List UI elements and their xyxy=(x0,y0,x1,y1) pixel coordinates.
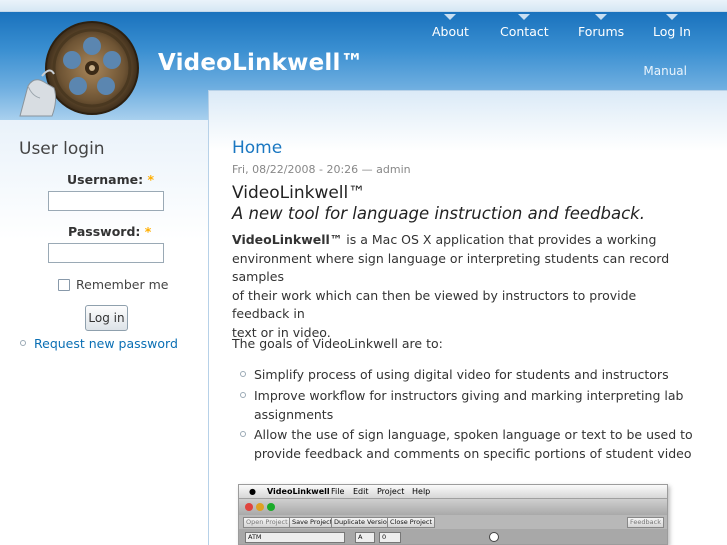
app-field: 0 xyxy=(379,532,401,543)
app-screenshot: ● VideoLinkwell File Edit Project Help O… xyxy=(238,484,668,545)
apple-icon: ● xyxy=(249,487,256,496)
username-label: Username: * xyxy=(67,172,154,187)
page-title[interactable]: Home xyxy=(232,138,282,158)
nav-item-contact[interactable]: Contact xyxy=(500,14,549,39)
app-close-project-button: Close Project xyxy=(387,517,436,528)
nav-notch-icon xyxy=(595,14,608,20)
nav-notch-icon xyxy=(444,14,457,20)
remember-me-label[interactable]: Remember me xyxy=(76,277,168,292)
list-item: Simplify process of using digital video … xyxy=(254,367,669,382)
password-label: Password: * xyxy=(68,224,152,239)
top-strip xyxy=(0,0,727,12)
app-menu-item: File xyxy=(331,487,345,496)
content-tagline: A new tool for language instruction and … xyxy=(232,204,645,223)
nav-notch-icon xyxy=(518,14,531,20)
app-menu-item: VideoLinkwell xyxy=(267,487,330,496)
list-bullet-icon xyxy=(240,431,246,437)
app-titlebar xyxy=(239,499,667,515)
intro-paragraph: VideoLinkwell™ is a Mac OS X application… xyxy=(232,232,670,340)
app-save-project-button: Save Project xyxy=(289,517,336,528)
nav-item-login[interactable]: Log In xyxy=(653,14,691,39)
remember-me-checkbox[interactable] xyxy=(58,279,70,291)
primary-nav: About Contact Forums Log In xyxy=(0,14,727,44)
nav-item-manual[interactable]: Manual xyxy=(643,64,687,78)
nav-item-forums[interactable]: Forums xyxy=(578,14,624,39)
app-menu-item: Help xyxy=(412,487,431,496)
block-title: User login xyxy=(19,139,105,159)
info-icon xyxy=(489,532,499,542)
submitted-info: Fri, 08/22/2008 - 20:26 — admin xyxy=(232,163,411,176)
zoom-icon xyxy=(267,503,275,511)
app-menu-item: Edit xyxy=(353,487,369,496)
content-headline: VideoLinkwell™ xyxy=(232,183,366,203)
app-toolbar: Open Project Save Project Duplicate Vers… xyxy=(239,515,667,529)
app-field: ATM xyxy=(245,532,345,543)
app-duplicate-version-button: Duplicate Version xyxy=(331,517,394,528)
app-menu-item: Project xyxy=(377,487,405,496)
app-control-row: ATM A 0 xyxy=(239,529,667,544)
list-bullet-icon xyxy=(240,392,246,398)
list-item: Allow the use of sign language, spoken l… xyxy=(254,427,693,461)
app-feedback-button: Feedback xyxy=(627,517,664,528)
goals-intro: The goals of VideoLinkwell are to: xyxy=(232,336,443,351)
list-item: Improve workflow for instructors giving … xyxy=(254,388,684,422)
login-button[interactable]: Log in xyxy=(85,305,128,331)
nav-notch-icon xyxy=(665,14,678,20)
minimize-icon xyxy=(256,503,264,511)
site-name[interactable]: VideoLinkwell™ xyxy=(158,50,364,76)
request-password-link[interactable]: Request new password xyxy=(34,336,178,351)
close-icon xyxy=(245,503,253,511)
app-open-project-button: Open Project xyxy=(243,517,291,528)
username-input[interactable] xyxy=(48,191,164,211)
app-menubar: ● VideoLinkwell File Edit Project Help xyxy=(239,485,667,499)
app-field: A xyxy=(355,532,375,543)
nav-item-about[interactable]: About xyxy=(432,14,469,39)
password-input[interactable] xyxy=(48,243,164,263)
list-bullet-icon xyxy=(20,340,26,346)
list-bullet-icon xyxy=(240,371,246,377)
intro-strong: VideoLinkwell™ xyxy=(232,232,343,247)
